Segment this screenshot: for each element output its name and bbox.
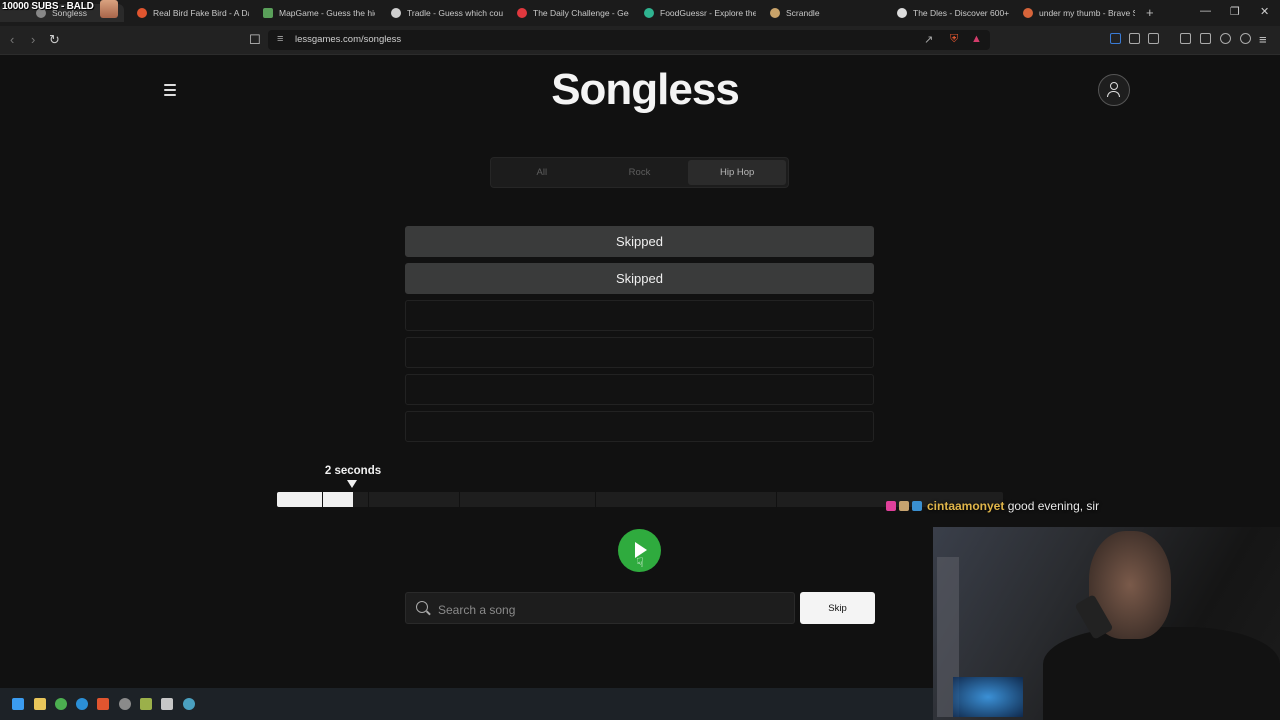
hand-cursor-icon: ☟ xyxy=(636,555,644,570)
progress-segment-divider xyxy=(595,492,596,507)
tab-title: under my thumb - Brave S xyxy=(1039,8,1135,18)
tab-title: Real Bird Fake Bird - A Dai xyxy=(153,8,249,18)
progress-segment-divider xyxy=(322,492,323,507)
file-explorer-icon[interactable] xyxy=(34,698,46,710)
reload-icon[interactable]: ↻ xyxy=(49,32,60,48)
brave-rewards-icon[interactable]: ▲ xyxy=(971,33,982,45)
site-settings-icon[interactable]: ≡ xyxy=(277,33,283,45)
address-bar: ‹ › ↻ ☐ ≡ lessgames.com/songless ↗ ⛨ ▲ ≡ xyxy=(0,26,1280,55)
progress-fill xyxy=(277,492,353,507)
new-tab-icon[interactable]: + xyxy=(1146,5,1154,20)
guess-row-2: Skipped xyxy=(405,263,874,294)
tab-strip: 10000 SUBS - BALD Songless Real Bird Fak… xyxy=(0,0,1280,26)
heart-badge-icon xyxy=(886,501,896,511)
edge-icon[interactable] xyxy=(76,698,88,710)
close-window-icon[interactable]: ✕ xyxy=(1260,5,1269,18)
genre-tab-hip-hop[interactable]: Hip Hop xyxy=(688,160,787,185)
logo: Songless xyxy=(551,65,740,114)
progress-segment-divider xyxy=(776,492,777,507)
guess-row-6 xyxy=(405,411,874,442)
time-remaining-label: 2 seconds xyxy=(324,465,382,477)
extension-icon[interactable] xyxy=(1110,33,1121,44)
skip-button[interactable]: Skip xyxy=(800,592,875,624)
start-icon[interactable] xyxy=(12,698,24,710)
sub-goal-overlay: 10000 SUBS - BALD xyxy=(2,1,94,12)
brave-favicon-icon xyxy=(1023,8,1033,18)
geo-pin-favicon-icon xyxy=(517,8,527,18)
genre-tab-all[interactable]: All xyxy=(493,160,591,185)
chrome-icon[interactable] xyxy=(55,698,67,710)
tab-real-bird-fake-bird[interactable]: Real Bird Fake Bird - A Dai xyxy=(137,4,249,22)
sidebar-icon[interactable] xyxy=(1180,33,1191,44)
user-profile-icon[interactable] xyxy=(1098,74,1130,106)
chat-username: cintaamonyet xyxy=(927,499,1005,513)
webcam-feed xyxy=(933,527,1280,720)
chat-text: good evening, sir xyxy=(1007,499,1100,513)
tab-scrandle[interactable]: Scrandle xyxy=(770,4,882,22)
tab-tradle[interactable]: Tradle - Guess which coun xyxy=(391,4,503,22)
tab-title: MapGame - Guess the hid xyxy=(279,8,375,18)
tab-brave-search[interactable]: under my thumb - Brave S xyxy=(1023,4,1135,22)
guess-row-1: Skipped xyxy=(405,226,874,257)
genre-selector: All Rock Hip Hop xyxy=(490,157,789,188)
bookmark-icon[interactable]: ☐ xyxy=(249,32,261,48)
streamer-avatar xyxy=(100,0,118,18)
song-search-input[interactable] xyxy=(436,599,780,621)
bird-favicon-icon xyxy=(137,8,147,18)
progress-segment-divider xyxy=(459,492,460,507)
dles-favicon-icon xyxy=(897,8,907,18)
restore-icon[interactable]: ❐ xyxy=(1230,5,1240,18)
brave-shields-icon[interactable]: ⛨ xyxy=(950,33,958,46)
url-field[interactable]: ≡ lessgames.com/songless ↗ ⛨ ▲ xyxy=(268,30,990,50)
tab-title: The Dles - Discover 600+ xyxy=(913,8,1009,18)
wallet-icon[interactable] xyxy=(1148,33,1159,44)
tab-title: FoodGuessr - Explore the xyxy=(660,8,756,18)
tab-title: Tradle - Guess which coun xyxy=(407,8,503,18)
search-icon xyxy=(416,601,428,613)
brave-icon[interactable] xyxy=(97,698,109,710)
tool-icon[interactable] xyxy=(161,698,173,710)
back-icon[interactable]: ‹ xyxy=(10,32,14,47)
leo-icon[interactable] xyxy=(1200,33,1211,44)
guess-row-3 xyxy=(405,300,874,331)
chat-message: cintaamonyet good evening, sir xyxy=(886,499,1099,513)
map-favicon-icon xyxy=(263,8,273,18)
genre-tab-rock[interactable]: Rock xyxy=(591,160,689,185)
tab-title: The Daily Challenge - Geo xyxy=(533,8,629,18)
tab-the-dles[interactable]: The Dles - Discover 600+ xyxy=(897,4,1009,22)
progress-segment-divider xyxy=(368,492,369,507)
forward-icon[interactable]: › xyxy=(31,32,35,47)
tab-daily-challenge[interactable]: The Daily Challenge - Geo xyxy=(517,4,629,22)
app-icon[interactable] xyxy=(183,698,195,710)
share-icon[interactable]: ↗ xyxy=(924,33,933,46)
tier-badge-icon xyxy=(912,501,922,511)
sub-badge-icon xyxy=(899,501,909,511)
ai-icon[interactable] xyxy=(1220,33,1231,44)
tradle-favicon-icon xyxy=(391,8,401,18)
tab-mapgame[interactable]: MapGame - Guess the hid xyxy=(263,4,375,22)
guess-row-4 xyxy=(405,337,874,368)
menu-icon[interactable]: ≡ xyxy=(1259,32,1267,47)
song-search-box xyxy=(405,592,795,624)
notes-icon[interactable] xyxy=(140,698,152,710)
guess-row-5 xyxy=(405,374,874,405)
food-favicon-icon xyxy=(644,8,654,18)
scrandle-favicon-icon xyxy=(770,8,780,18)
time-marker-icon xyxy=(347,480,357,488)
minimize-icon[interactable]: — xyxy=(1200,5,1211,17)
url-text: lessgames.com/songless xyxy=(295,34,402,45)
extensions-puzzle-icon[interactable] xyxy=(1129,33,1140,44)
obs-icon[interactable] xyxy=(119,698,131,710)
vpn-icon[interactable] xyxy=(1240,33,1251,44)
tab-title: Scrandle xyxy=(786,8,820,18)
tab-foodguessr[interactable]: FoodGuessr - Explore the xyxy=(644,4,756,22)
